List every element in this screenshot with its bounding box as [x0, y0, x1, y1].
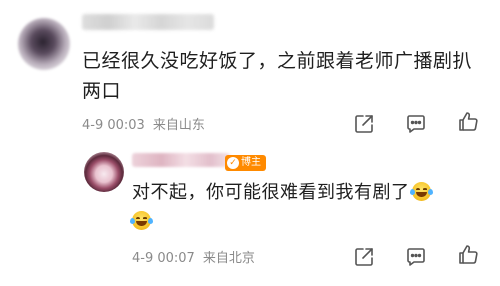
reply-text: 对不起，你可能很难看到我有剧了 — [130, 178, 492, 236]
reply-date: 4-9 00:07 — [132, 251, 195, 266]
comment-meta: 4-9 00:03 来自山东 — [82, 114, 205, 133]
blogger-badge-label: 博主 — [241, 157, 261, 168]
blogger-name-blurred[interactable] — [132, 153, 230, 167]
comment-text: 已经很久没吃好饭了，之前跟着老师广播剧扒两口 — [82, 50, 473, 102]
reply-meta: 4-9 00:07 来自北京 — [132, 247, 255, 266]
like-icon[interactable] — [456, 110, 480, 134]
comment-date: 4-9 00:03 — [82, 118, 145, 133]
commenter-avatar[interactable] — [18, 18, 70, 70]
like-icon[interactable] — [456, 243, 480, 267]
comment-icon[interactable] — [404, 112, 428, 136]
comment-location: 来自山东 — [152, 118, 205, 133]
share-icon[interactable] — [352, 112, 376, 136]
commenter-name-blurred[interactable] — [82, 14, 214, 30]
blogger-badge: ✓ 博主 — [225, 155, 266, 171]
laugh-cry-emoji — [130, 211, 153, 230]
reply-text-content: 对不起，你可能很难看到我有剧了 — [132, 182, 410, 203]
blogger-badge-icon: ✓ — [227, 157, 239, 169]
comment-icon[interactable] — [404, 245, 428, 269]
share-icon[interactable] — [352, 245, 376, 269]
blogger-avatar[interactable] — [84, 152, 124, 192]
reply-location: 来自北京 — [202, 251, 255, 266]
laugh-cry-emoji — [409, 182, 433, 201]
